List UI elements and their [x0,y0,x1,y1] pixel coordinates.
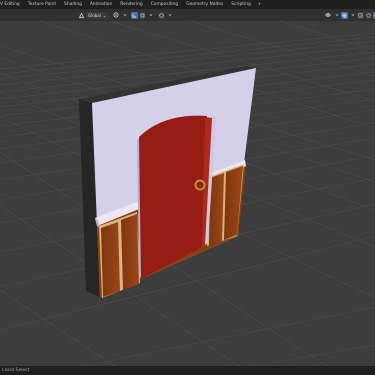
overlays-icon[interactable] [341,11,348,19]
status-left-text: Lasso Select [2,368,30,373]
workspace-tabbar: V Editing Texture Paint Shading Animatio… [0,0,375,9]
door-mesh[interactable] [137,115,216,280]
wireframe-shading-icon[interactable] [365,11,372,19]
snap-target-icon[interactable] [139,11,147,19]
chevron-down-icon[interactable] [147,12,154,19]
door-face [139,115,207,280]
3d-viewport[interactable] [0,21,375,366]
transform-orientation-dropdown[interactable]: Global ⌄ [86,11,109,19]
visibility-icon[interactable] [324,12,332,19]
wainscot-panels-left [99,212,140,298]
chevron-down-icon: ⌄ [102,12,107,18]
snap-toggle-icon[interactable] [131,11,139,19]
tab-shading[interactable]: Shading [60,0,86,9]
transform-group: Global ⌄ [78,11,173,19]
viewport-header: Global ⌄ [0,9,375,21]
transform-orientation-label: Global [88,12,101,18]
status-bar: Lasso Select [0,366,375,375]
tab-uv-editing[interactable]: V Editing [0,0,24,9]
xray-toggle-icon[interactable] [357,11,364,19]
tab-rendering[interactable]: Rendering [116,0,146,9]
tab-compositing[interactable]: Compositing [147,0,183,9]
viewport-canvas[interactable] [0,21,375,366]
tab-animation[interactable]: Animation [86,0,116,9]
wainscot-panels-right [207,164,244,246]
chevron-down-icon[interactable] [349,12,356,19]
chevron-down-icon[interactable] [166,12,173,19]
chevron-down-icon[interactable] [121,12,128,19]
blender-window: V Editing Texture Paint Shading Animatio… [0,0,375,375]
tab-scripting[interactable]: Scripting [227,0,255,9]
tab-texture-paint[interactable]: Texture Paint [24,0,60,9]
viewport-overlay-group [324,11,375,19]
tab-geometry-nodes[interactable]: Geometry Nodes [182,0,227,9]
add-workspace-button[interactable]: + [255,0,265,9]
pivot-point-icon[interactable] [112,12,120,19]
transform-orientation-icon[interactable] [78,11,85,19]
proportional-editing-icon[interactable] [158,11,166,19]
chevron-down-icon[interactable] [333,12,340,19]
